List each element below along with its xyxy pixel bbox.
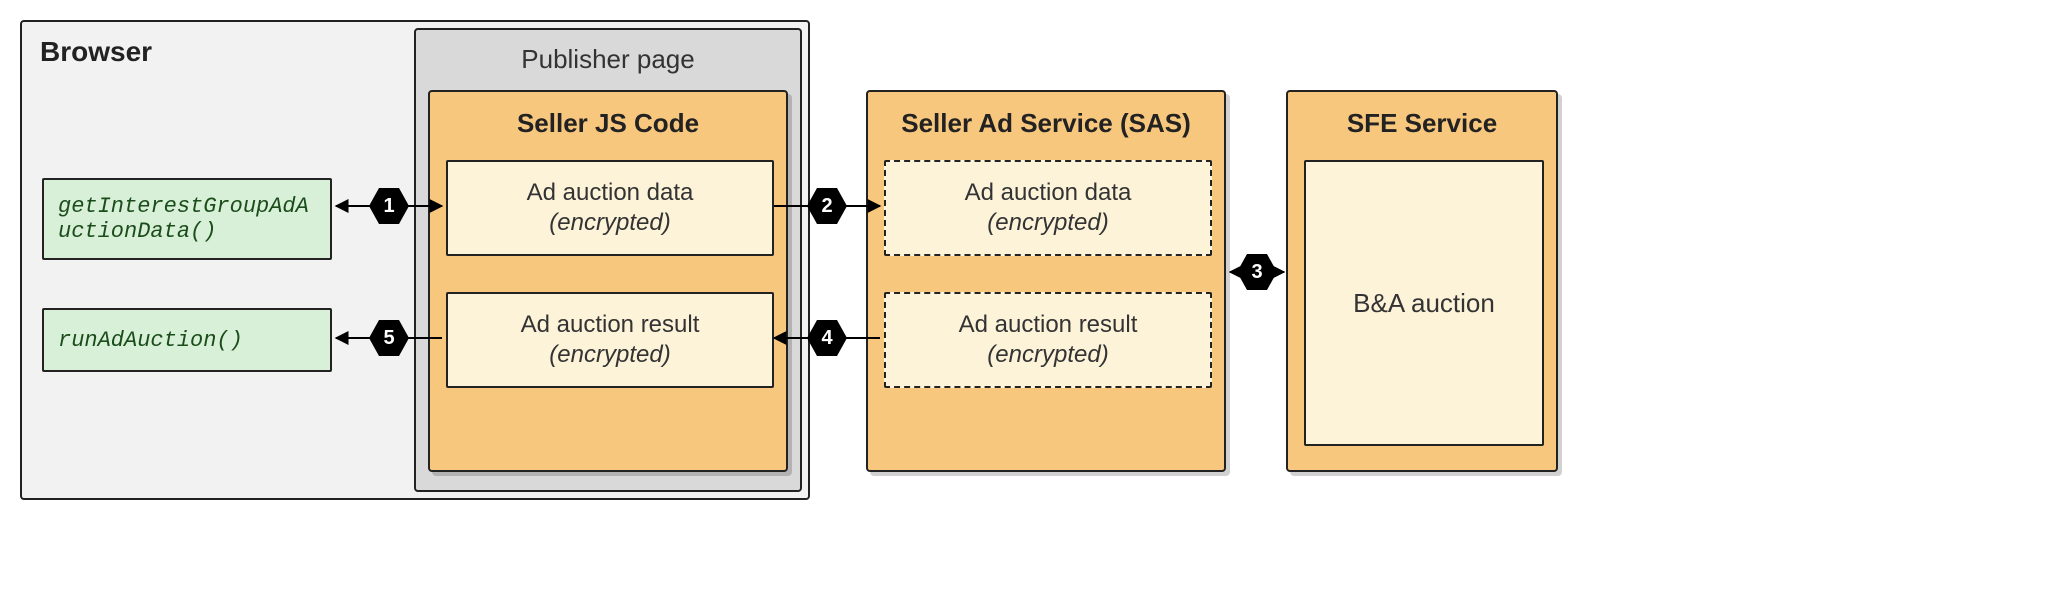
seller-ad-service-container: Seller Ad Service (SAS) Ad auction data … [866, 90, 1226, 472]
step-badge-2: 2 [807, 186, 847, 226]
sas-data-line1: Ad auction data [886, 178, 1210, 208]
seller-js-data-line2: (encrypted) [448, 208, 772, 238]
browser-label: Browser [40, 36, 152, 68]
step-badge-5: 5 [369, 318, 409, 358]
sfe-service-container: SFE Service B&A auction [1286, 90, 1558, 472]
sfe-ba-auction-label: B&A auction [1306, 287, 1542, 320]
sas-data-line2: (encrypted) [886, 208, 1210, 238]
api-run-ad-auction: runAdAuction() [42, 308, 332, 372]
svg-text:2: 2 [821, 195, 832, 217]
sas-result-line2: (encrypted) [886, 340, 1210, 370]
seller-js-ad-auction-data-box: Ad auction data (encrypted) [446, 160, 774, 256]
architecture-diagram: Browser Publisher page getInterestGroupA… [20, 20, 2028, 587]
publisher-page-label: Publisher page [416, 44, 800, 75]
seller-js-code-container: Seller JS Code Ad auction data (encrypte… [428, 90, 788, 472]
sfe-service-title: SFE Service [1288, 92, 1556, 151]
api-get-interest-group-data-label: getInterestGroupAdAuctionData() [58, 194, 316, 244]
sas-ad-auction-result-box: Ad auction result (encrypted) [884, 292, 1212, 388]
svg-text:5: 5 [383, 327, 394, 349]
sas-result-line1: Ad auction result [886, 310, 1210, 340]
svg-text:3: 3 [1251, 261, 1262, 283]
sfe-ba-auction-box: B&A auction [1304, 160, 1544, 446]
step-badge-3: 3 [1237, 252, 1277, 292]
api-run-ad-auction-label: runAdAuction() [58, 328, 243, 353]
seller-js-code-title: Seller JS Code [430, 92, 786, 151]
seller-js-data-line1: Ad auction data [448, 178, 772, 208]
sas-ad-auction-data-box: Ad auction data (encrypted) [884, 160, 1212, 256]
step-badge-4: 4 [807, 318, 847, 358]
api-get-interest-group-data: getInterestGroupAdAuctionData() [42, 178, 332, 260]
seller-js-result-line2: (encrypted) [448, 340, 772, 370]
svg-text:1: 1 [383, 195, 394, 217]
seller-js-ad-auction-result-box: Ad auction result (encrypted) [446, 292, 774, 388]
step-badge-1: 1 [369, 186, 409, 226]
seller-js-result-line1: Ad auction result [448, 310, 772, 340]
svg-text:4: 4 [821, 327, 833, 349]
seller-ad-service-title: Seller Ad Service (SAS) [868, 92, 1224, 151]
